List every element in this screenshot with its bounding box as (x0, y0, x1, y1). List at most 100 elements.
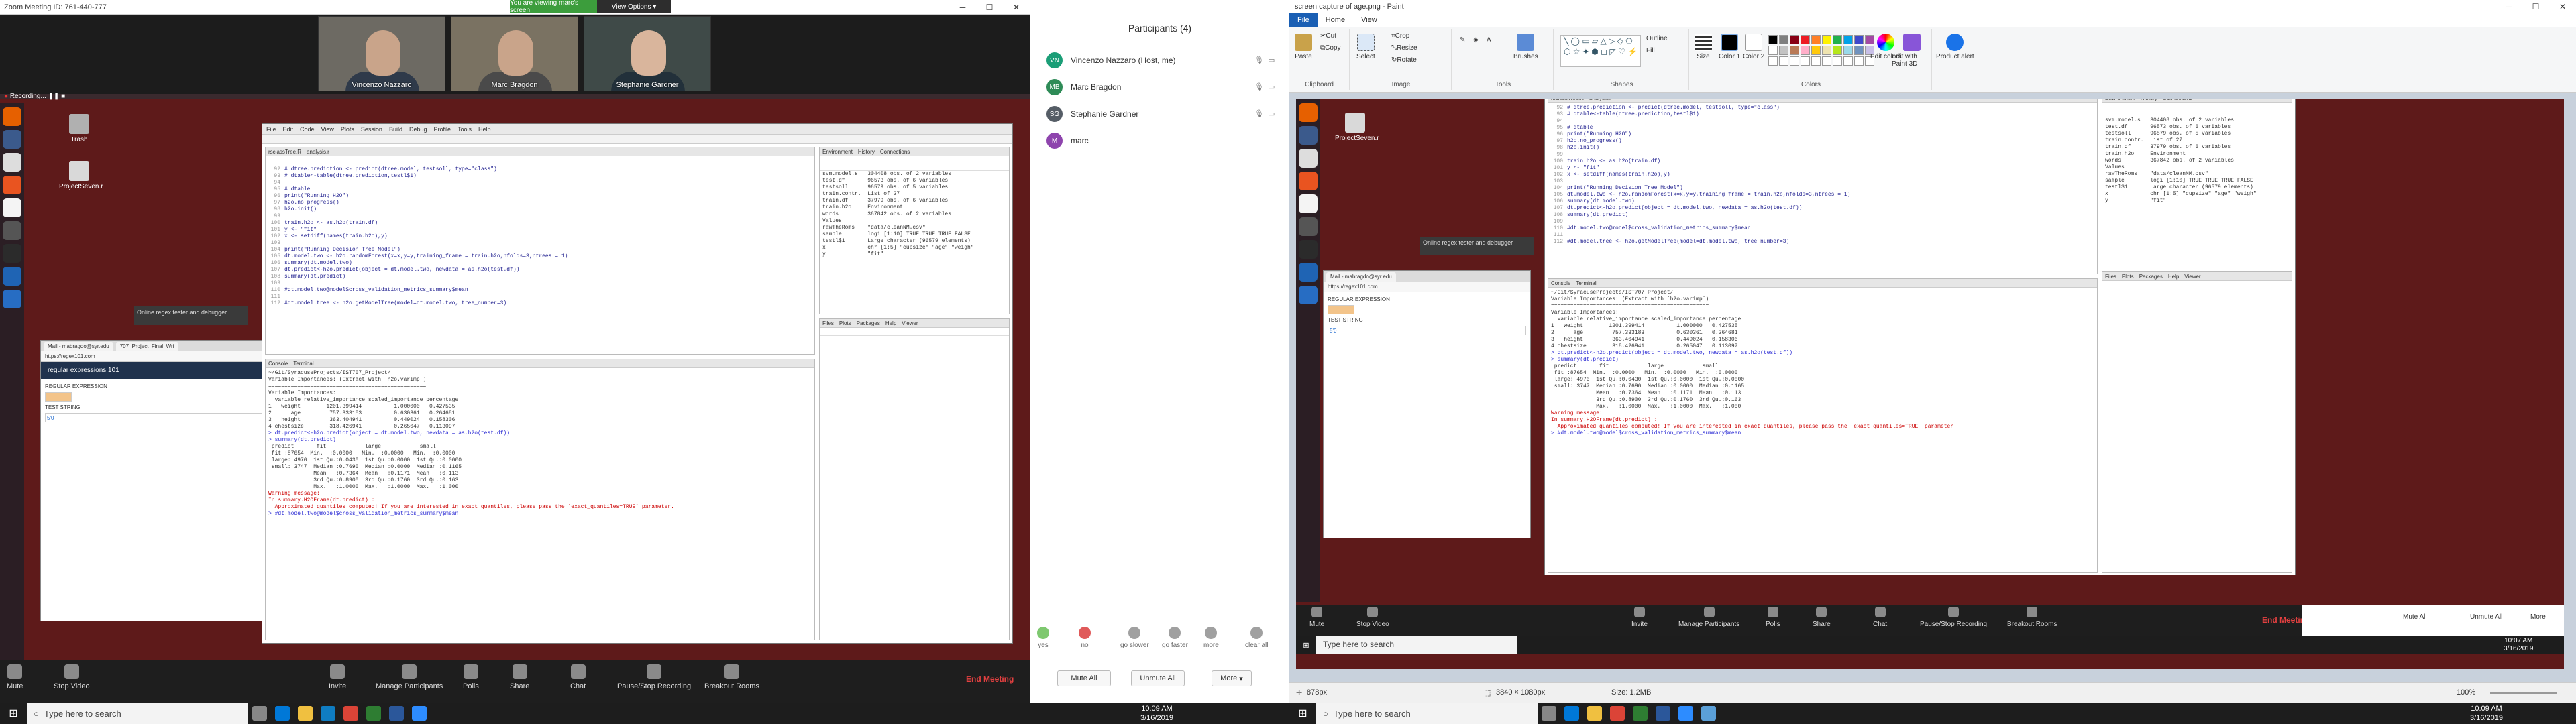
files-pane-tab[interactable]: Viewer (902, 320, 918, 326)
video-tile[interactable]: Marc Bragdon (451, 16, 578, 91)
environment-row[interactable]: y "fit" (820, 251, 1009, 258)
environment-row[interactable]: testsoll 96579 obs. of 5 variables (820, 184, 1009, 191)
participant-row[interactable]: MB Marc Bragdon 🎙 ▭ (1030, 74, 1289, 101)
reaction-go-slower[interactable]: go slower (1120, 627, 1149, 649)
participant-row[interactable]: VN Vincenzo Nazzaro (Host, me) 🎙 ▭ (1030, 47, 1289, 74)
menu-item-plots[interactable]: Plots (341, 126, 354, 133)
empty-color-swatch[interactable] (1801, 56, 1810, 66)
copy-button[interactable]: ⧉ Copy (1320, 44, 1341, 52)
r-icon[interactable] (3, 290, 21, 308)
view-options-button[interactable]: View Options ▾ (597, 0, 671, 13)
home-tab[interactable]: Home (1318, 13, 1353, 27)
connections-tab[interactable]: Connections (880, 149, 910, 155)
participants-button[interactable]: Manage Participants (376, 664, 443, 690)
crop-button[interactable]: ⌗ Crop (1391, 32, 1409, 40)
test-string-input[interactable]: 5'0 (45, 413, 264, 422)
environment-row[interactable]: testsoll 96579 obs. of 5 variables (2102, 131, 2292, 137)
color-swatch[interactable] (1790, 35, 1799, 44)
text-icon[interactable]: A (1487, 36, 1491, 44)
menu-item-edit[interactable]: Edit (283, 126, 294, 133)
menu-item-build[interactable]: Build (389, 126, 402, 133)
chrome-icon[interactable] (343, 706, 358, 721)
fill-icon[interactable]: ◈ (1473, 36, 1479, 44)
camera-icon[interactable]: ▭ (1268, 82, 1276, 92)
paint-icon[interactable] (1701, 706, 1716, 721)
edge-icon[interactable] (275, 706, 290, 721)
close-button[interactable]: ✕ (1003, 0, 1030, 15)
excel-icon[interactable] (366, 706, 381, 721)
environment-row[interactable]: x chr [1:5] "cupsize" "age" "weigh" (820, 245, 1009, 251)
excel-icon[interactable] (1633, 706, 1648, 721)
reaction-more[interactable]: more (1203, 627, 1219, 649)
environment-row[interactable]: x chr [1:5] "cupsize" "age" "weigh" (2102, 191, 2292, 198)
files-pane-tab[interactable]: Packages (857, 320, 880, 326)
recording-button[interactable]: Pause/Stop Recording (617, 664, 691, 690)
size-button[interactable]: Size (1695, 34, 1712, 60)
desktop-icon-project[interactable]: ProjectSeven.r (59, 161, 103, 190)
file-tab[interactable]: File (1289, 13, 1318, 27)
select-button[interactable]: Select (1356, 34, 1375, 60)
environment-row[interactable]: rawTheRoms "data/cleanNM.csv" (820, 225, 1009, 231)
color-swatch[interactable] (1811, 35, 1821, 44)
minimize-button[interactable]: ─ (949, 0, 976, 15)
menu-item-help[interactable]: Help (478, 126, 491, 133)
menu-item-view[interactable]: View (321, 126, 334, 133)
cut-button[interactable]: ✂ Cut (1320, 32, 1336, 40)
share-button[interactable]: Share (510, 664, 529, 690)
color-swatch[interactable] (1833, 46, 1842, 55)
rotate-button[interactable]: ↻ Rotate (1391, 56, 1417, 64)
empty-color-swatch[interactable] (1790, 56, 1799, 66)
camera-icon[interactable]: ▭ (1268, 56, 1276, 65)
environment-row[interactable]: svm.model.s 304408 obs. of 2 variables (2102, 117, 2292, 124)
camera-button[interactable]: Stop Video (54, 664, 90, 690)
files-icon[interactable] (3, 130, 21, 149)
files-pane-tab[interactable]: Files (2105, 274, 2116, 280)
color-swatch[interactable] (1843, 35, 1853, 44)
pencil-icon[interactable]: ✎ (1460, 36, 1465, 44)
taskbar-clock[interactable]: 10:09 AM 3/16/2019 (1140, 703, 1173, 723)
history-tab[interactable]: History (858, 149, 875, 155)
product-alert-button[interactable]: Product alert (1936, 34, 1974, 60)
menu-item-profile[interactable]: Profile (434, 126, 451, 133)
invite-button[interactable]: Invite (329, 664, 346, 690)
microphone-icon[interactable]: 🎙 (1254, 56, 1264, 65)
console-tab[interactable]: Console (268, 361, 288, 367)
files-pane-tab[interactable]: Plots (2122, 274, 2134, 280)
maximize-button[interactable]: ☐ (976, 0, 1003, 15)
chrome-icon[interactable] (1610, 706, 1625, 721)
menu-item-session[interactable]: Session (361, 126, 382, 133)
environment-row[interactable]: train.contr. List of 27 (820, 191, 1009, 198)
more-button[interactable]: More ▾ (1212, 670, 1252, 686)
brushes-button[interactable]: Brushes (1513, 34, 1538, 60)
maximize-button[interactable]: ☐ (2522, 0, 2549, 14)
minimize-button[interactable]: ─ (2496, 0, 2522, 14)
environment-row[interactable]: train.h2o Environment (2102, 151, 2292, 158)
settings-icon[interactable] (3, 221, 21, 240)
color-swatch[interactable] (1779, 46, 1788, 55)
camera-icon[interactable]: ▭ (1268, 109, 1276, 119)
participant-row[interactable]: SG Stephanie Gardner 🎙 ▭ (1030, 101, 1289, 127)
resize-button[interactable]: ⤡ Resize (1391, 44, 1417, 52)
paste-button[interactable]: Paste (1295, 34, 1312, 60)
color2-button[interactable]: Color 2 (1743, 34, 1764, 60)
paint-canvas[interactable]: ProjectSeven.r Mail - mabragdo@syr.edu h… (1296, 99, 2564, 669)
rstudio-icon[interactable] (3, 267, 21, 286)
video-tile[interactable]: Stephanie Gardner (584, 16, 711, 91)
editor-tab[interactable]: analysis.r (307, 149, 329, 155)
code-editor[interactable]: 92 # dtree.prediction <- predict(dtree.mo… (266, 164, 814, 307)
video-tile[interactable]: Vincenzo Nazzaro (318, 16, 445, 91)
color-swatch[interactable] (1779, 35, 1788, 44)
microphone-icon[interactable]: 🎙 (1254, 82, 1264, 92)
empty-color-swatch[interactable] (1779, 56, 1788, 66)
environment-row[interactable]: words 367842 obs. of 2 variables (2102, 158, 2292, 164)
zoom-icon[interactable] (1678, 706, 1693, 721)
start-button[interactable]: ⊞ (1289, 703, 1316, 724)
color-swatch[interactable] (1801, 46, 1810, 55)
shapes-gallery[interactable]: ╲ ◯ ▭ ▱ △ ▷ ◇ ⬠ ⬡ ☆ ✦ ⬢ ◻ ◸ ♡ ⚡ (1560, 35, 1641, 67)
environment-row[interactable]: y "fit" (2102, 198, 2292, 204)
color-swatch[interactable] (1822, 35, 1831, 44)
environment-row[interactable]: train.df 37979 obs. of 6 variables (2102, 144, 2292, 151)
outline-button[interactable]: Outline (1646, 35, 1668, 42)
taskbar-search[interactable]: ○ Type here to search (1316, 703, 1538, 724)
environment-row[interactable]: testl$1 Large character (96579 elements) (820, 238, 1009, 245)
